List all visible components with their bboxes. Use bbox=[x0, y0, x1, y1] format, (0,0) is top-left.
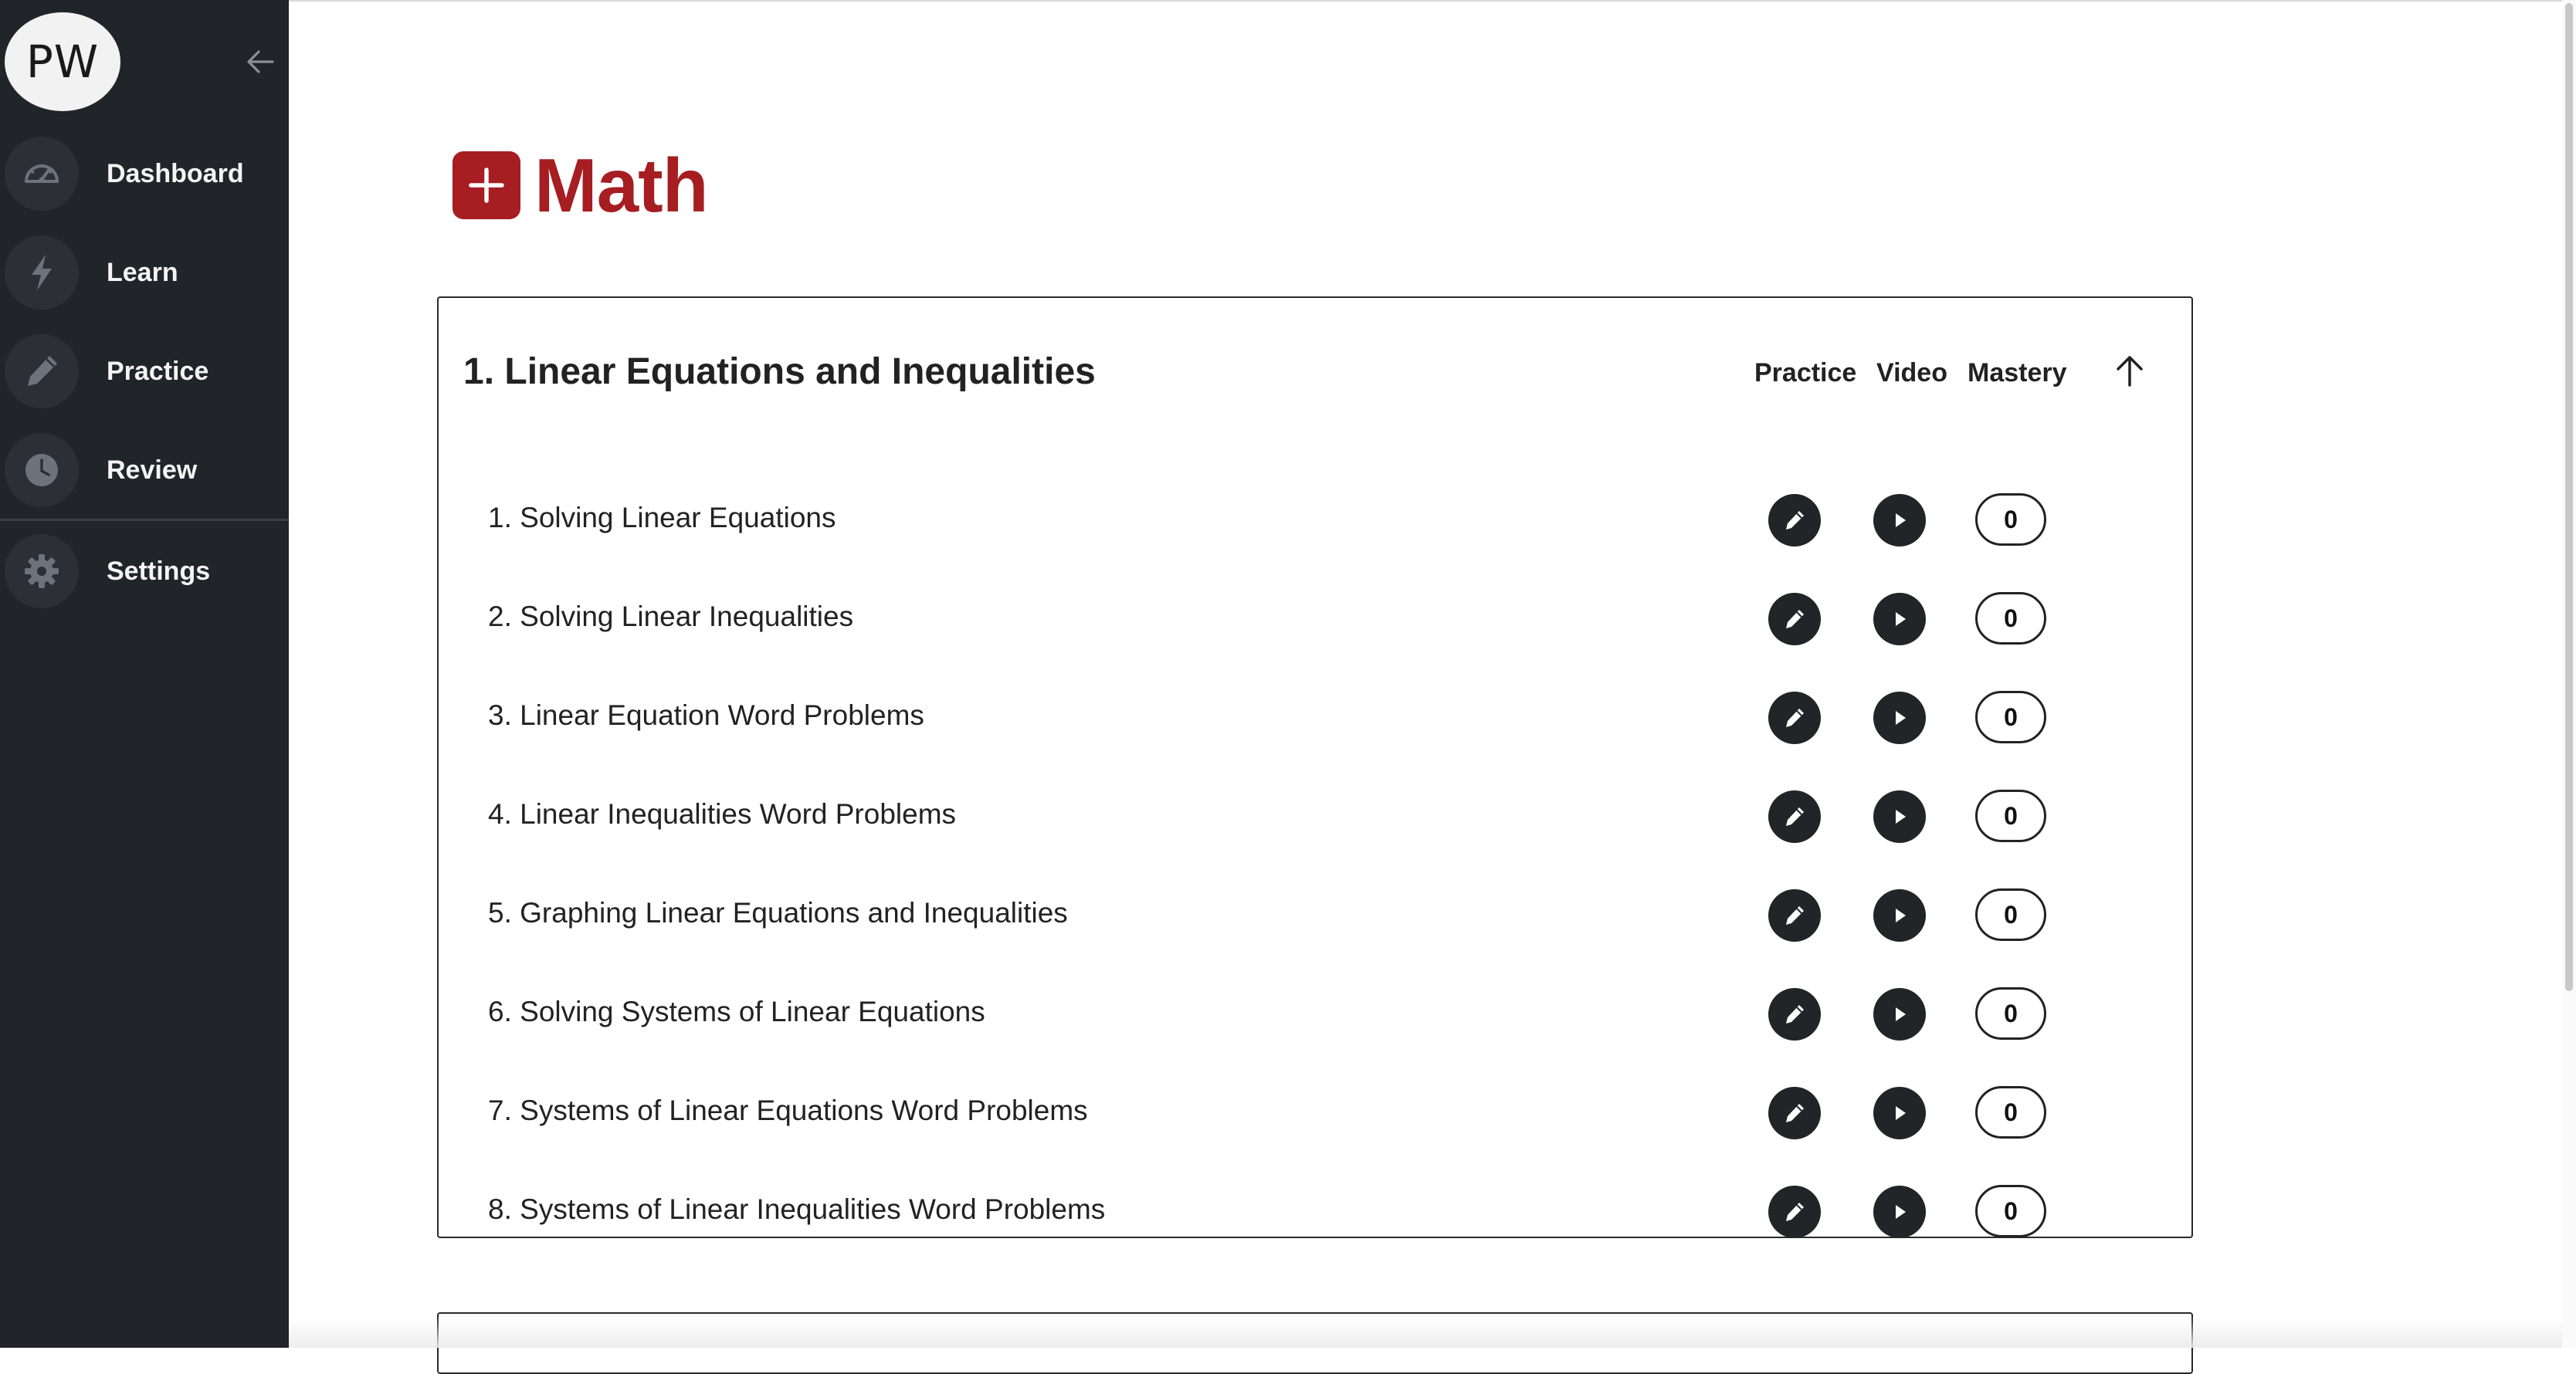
play-icon bbox=[1896, 711, 1906, 725]
lesson-title[interactable]: 8. Systems of Linear Inequalities Word P… bbox=[488, 1193, 1105, 1226]
list-item: 3. Linear Equation Word Problems 0 bbox=[439, 668, 2191, 767]
list-item: 5. Graphing Linear Equations and Inequal… bbox=[439, 866, 2191, 965]
bottom-fade bbox=[289, 1317, 2562, 1348]
arrow-left-icon bbox=[247, 50, 274, 73]
play-icon bbox=[1896, 612, 1906, 626]
mastery-badge: 0 bbox=[1975, 1086, 2046, 1139]
video-play-button[interactable] bbox=[1873, 889, 1926, 942]
lightning-icon bbox=[5, 235, 79, 310]
mastery-badge: 0 bbox=[1975, 691, 2046, 743]
sidebar-item-label: Review bbox=[107, 455, 198, 485]
video-play-button[interactable] bbox=[1873, 790, 1926, 843]
video-play-button[interactable] bbox=[1873, 593, 1926, 645]
page-title: Math bbox=[534, 143, 709, 228]
mastery-badge: 0 bbox=[1975, 888, 2046, 941]
mastery-badge: 0 bbox=[1975, 592, 2046, 645]
sidebar: PW Dashboard Learn Practice Review Setti… bbox=[0, 0, 289, 1348]
unit-card: 1. Linear Equations and Inequalities Pra… bbox=[437, 296, 2193, 1238]
unit-title: 1. Linear Equations and Inequalities bbox=[463, 351, 1096, 392]
pencil-icon bbox=[1786, 807, 1804, 826]
pencil-icon bbox=[1786, 906, 1804, 925]
sidebar-item-review[interactable]: Review bbox=[0, 421, 289, 519]
pencil-icon bbox=[1786, 511, 1804, 530]
arrow-up-icon bbox=[2117, 356, 2143, 387]
sidebar-item-dashboard[interactable]: Dashboard bbox=[0, 124, 289, 223]
mastery-badge: 0 bbox=[1975, 493, 2046, 546]
plus-square-icon bbox=[452, 151, 520, 219]
mastery-badge: 0 bbox=[1975, 1185, 2046, 1237]
lesson-title[interactable]: 1. Solving Linear Equations bbox=[488, 502, 836, 534]
sidebar-item-label: Settings bbox=[107, 556, 211, 586]
collapse-sidebar-button[interactable] bbox=[241, 46, 280, 77]
lesson-title[interactable]: 2. Solving Linear Inequalities bbox=[488, 601, 853, 633]
speedometer-icon bbox=[5, 137, 79, 211]
scrollbar-thumb[interactable] bbox=[2565, 3, 2573, 991]
list-item: 2. Solving Linear Inequalities 0 bbox=[439, 570, 2191, 668]
pencil-icon bbox=[1786, 1104, 1804, 1122]
play-icon bbox=[1896, 909, 1906, 922]
lesson-title[interactable]: 6. Solving Systems of Linear Equations bbox=[488, 996, 985, 1028]
video-play-button[interactable] bbox=[1873, 1087, 1926, 1139]
pencil-icon bbox=[1786, 709, 1804, 727]
sidebar-item-label: Practice bbox=[107, 356, 209, 386]
video-column-header: Video bbox=[1876, 358, 1947, 387]
list-item: 8. Systems of Linear Inequalities Word P… bbox=[439, 1162, 2191, 1261]
practice-column-header: Practice bbox=[1754, 358, 1857, 387]
sidebar-item-settings[interactable]: Settings bbox=[0, 522, 289, 621]
main-top-border bbox=[289, 0, 2576, 2]
lesson-title[interactable]: 3. Linear Equation Word Problems bbox=[488, 699, 924, 732]
practice-button[interactable] bbox=[1768, 988, 1821, 1041]
list-item: 4. Linear Inequalities Word Problems 0 bbox=[439, 767, 2191, 866]
play-icon bbox=[1896, 513, 1906, 527]
play-icon bbox=[1896, 1205, 1906, 1219]
video-play-button[interactable] bbox=[1873, 1186, 1926, 1238]
sidebar-item-label: Learn bbox=[107, 257, 178, 287]
lesson-title[interactable]: 5. Graphing Linear Equations and Inequal… bbox=[488, 897, 1068, 929]
mastery-column-header: Mastery bbox=[1968, 358, 2067, 387]
pencil-icon bbox=[1786, 1005, 1804, 1024]
sort-button[interactable] bbox=[2107, 347, 2153, 394]
practice-button[interactable] bbox=[1768, 1087, 1821, 1139]
pencil-icon bbox=[1786, 1203, 1804, 1221]
lesson-title[interactable]: 4. Linear Inequalities Word Problems bbox=[488, 798, 956, 831]
play-icon bbox=[1896, 1007, 1906, 1021]
gear-icon bbox=[5, 534, 79, 608]
practice-button[interactable] bbox=[1768, 593, 1821, 645]
list-item: 6. Solving Systems of Linear Equations 0 bbox=[439, 965, 2191, 1064]
list-item: 1. Solving Linear Equations 0 bbox=[439, 471, 2191, 570]
list-item: 7. Systems of Linear Equations Word Prob… bbox=[439, 1064, 2191, 1162]
practice-button[interactable] bbox=[1768, 1186, 1821, 1238]
video-play-button[interactable] bbox=[1873, 692, 1926, 744]
mastery-badge: 0 bbox=[1975, 790, 2046, 842]
play-icon bbox=[1896, 810, 1906, 824]
avatar-initials: PW bbox=[25, 36, 100, 88]
sidebar-item-practice[interactable]: Practice bbox=[0, 322, 289, 421]
page-header: Math bbox=[452, 143, 709, 228]
clock-icon bbox=[5, 433, 79, 507]
pencil-icon bbox=[5, 334, 79, 408]
practice-button[interactable] bbox=[1768, 790, 1821, 843]
practice-button[interactable] bbox=[1768, 692, 1821, 744]
pencil-icon bbox=[1786, 610, 1804, 628]
video-play-button[interactable] bbox=[1873, 494, 1926, 547]
avatar[interactable]: PW bbox=[5, 12, 120, 111]
practice-button[interactable] bbox=[1768, 889, 1821, 942]
sidebar-divider bbox=[0, 519, 289, 521]
video-play-button[interactable] bbox=[1873, 988, 1926, 1041]
sidebar-item-label: Dashboard bbox=[107, 158, 244, 188]
sidebar-item-learn[interactable]: Learn bbox=[0, 223, 289, 322]
mastery-badge: 0 bbox=[1975, 987, 2046, 1040]
play-icon bbox=[1896, 1106, 1906, 1120]
practice-button[interactable] bbox=[1768, 494, 1821, 547]
lesson-title[interactable]: 7. Systems of Linear Equations Word Prob… bbox=[488, 1095, 1088, 1127]
